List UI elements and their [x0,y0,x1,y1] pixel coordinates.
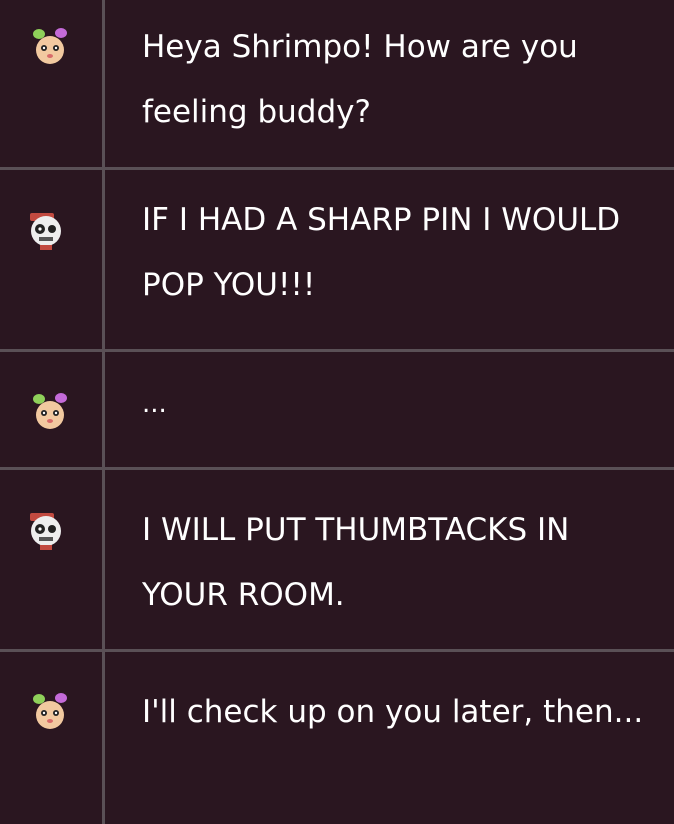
avatar-cell [0,652,105,824]
message-cell: ... [105,352,674,467]
message-text: IF I HAD A SHARP PIN I WOULD POP YOU!!! [142,202,631,303]
message-text: I WILL PUT THUMBTACKS IN YOUR ROOM. [142,512,580,613]
message-cell: I WILL PUT THUMBTACKS IN YOUR ROOM. [105,470,674,649]
pink-bunny-avatar-icon [33,393,67,429]
message-row: ... [0,352,674,470]
avatar-cell [0,0,105,167]
skull-mask-avatar-icon [30,213,61,250]
pink-bunny-avatar-icon [33,693,67,729]
avatar-cell [0,170,105,349]
skull-mask-avatar-icon [30,513,61,550]
pink-bunny-avatar-icon [33,28,67,64]
message-row: I'll check up on you later, then... [0,652,674,824]
message-row: I WILL PUT THUMBTACKS IN YOUR ROOM. [0,470,674,652]
message-cell: IF I HAD A SHARP PIN I WOULD POP YOU!!! [105,170,674,349]
avatar-cell [0,352,105,467]
message-row: Heya Shrimpo! How are you feeling buddy? [0,0,674,170]
message-cell: Heya Shrimpo! How are you feeling buddy? [105,0,674,167]
message-row: IF I HAD A SHARP PIN I WOULD POP YOU!!! [0,170,674,352]
message-text: I'll check up on you later, then... [142,694,644,730]
avatar-cell [0,470,105,649]
message-text: ... [142,389,167,419]
message-text: Heya Shrimpo! How are you feeling buddy? [142,29,588,130]
chat-log: Heya Shrimpo! How are you feeling buddy?… [0,0,674,824]
message-cell: I'll check up on you later, then... [105,652,674,824]
